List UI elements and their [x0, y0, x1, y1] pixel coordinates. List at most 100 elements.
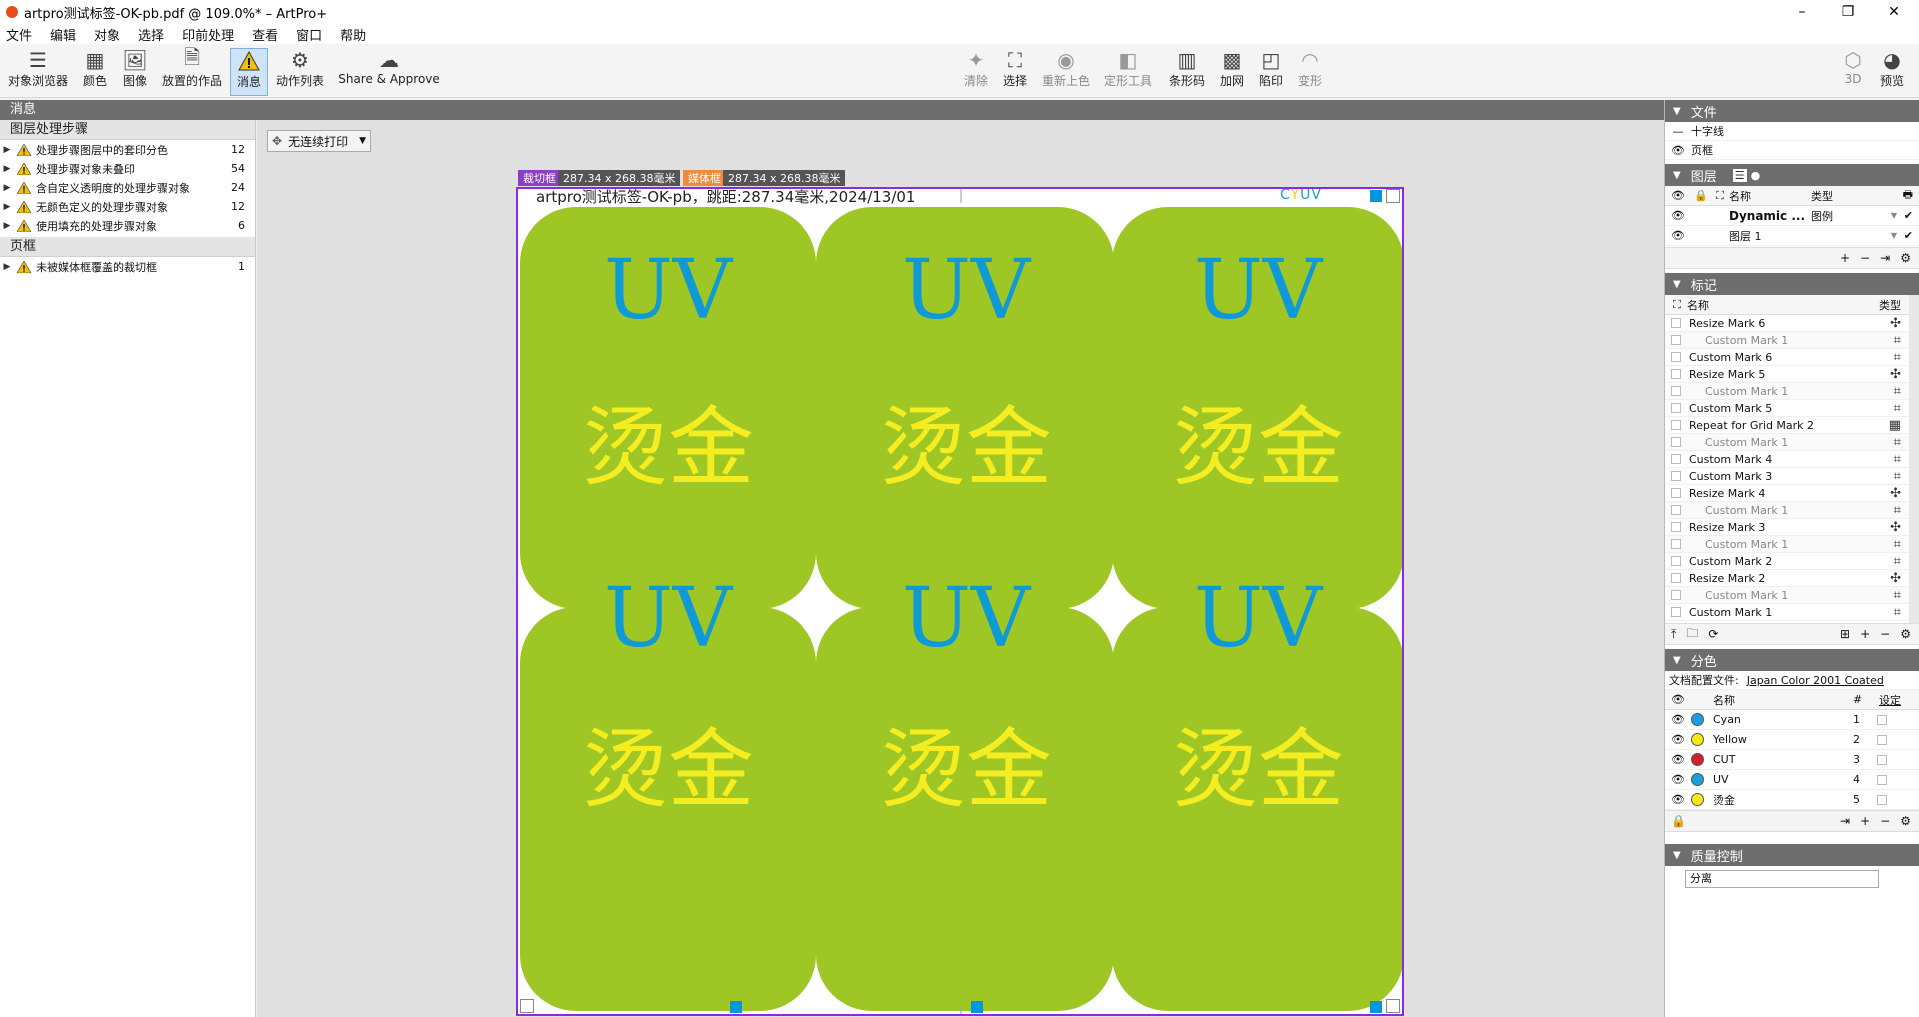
menu-help[interactable]: 帮助 [340, 25, 366, 44]
folder-icon[interactable]: 🗀 [1686, 624, 1698, 645]
quality-select[interactable]: 分离 [1685, 870, 1879, 888]
message-row[interactable]: ▶ 无颜色定义的处理步骤对象 12 [0, 197, 255, 216]
layers-panel-header[interactable]: ▼ 图层 ☰ ● [1665, 164, 1919, 186]
placed-art-button[interactable]: 🗎 放置的作品 [160, 45, 224, 96]
mark-row[interactable]: Custom Mark 1 ⌗ [1665, 502, 1919, 519]
message-row[interactable]: ▶ 未被媒体框覆盖的裁切框 1 [0, 257, 255, 276]
mark-checkbox[interactable] [1671, 420, 1681, 430]
mark-checkbox[interactable] [1671, 318, 1681, 328]
remove-layer-button[interactable]: − [1860, 251, 1870, 265]
shape-tool-button[interactable]: ◧ 定形工具 [1102, 48, 1154, 96]
lock-icon[interactable]: 🔒 [1671, 814, 1686, 828]
chevron-down-icon[interactable]: ▼ [1891, 211, 1897, 220]
mark-checkbox[interactable] [1671, 352, 1681, 362]
separation-setting-checkbox[interactable] [1877, 774, 1887, 785]
object-browser-button[interactable]: ☰ 对象浏览器 [6, 48, 70, 96]
minimize-button[interactable]: – [1779, 0, 1825, 24]
close-button[interactable]: ✕ [1871, 0, 1917, 24]
menu-file[interactable]: 文件 [6, 25, 32, 44]
layer-row[interactable]: 👁 图层 1 ▼ ✔ [1665, 226, 1919, 246]
mark-checkbox[interactable] [1671, 590, 1681, 600]
mark-checkbox[interactable] [1671, 386, 1681, 396]
quality-panel-header[interactable]: ▼ 质量控制 [1665, 844, 1919, 866]
file-item-crosshair[interactable]: — 十字线 [1665, 122, 1919, 141]
mark-checkbox[interactable] [1671, 522, 1681, 532]
files-panel-header[interactable]: ▼ 文件 [1665, 100, 1919, 122]
mark-checkbox[interactable] [1671, 471, 1681, 481]
menu-view[interactable]: 查看 [252, 25, 278, 44]
image-button[interactable]: 🖼 图像 [118, 48, 152, 96]
layer-row[interactable]: 👁 Dynamic ... 图例 ▼ ✔ [1665, 206, 1919, 226]
mark-checkbox[interactable] [1671, 556, 1681, 566]
menu-edit[interactable]: 编辑 [50, 25, 76, 44]
document-canvas[interactable]: ✥ 无连续打印 ▼ 裁切框 287.34 x 268.38毫米 媒体框 287.… [257, 120, 1664, 1017]
check-icon[interactable]: ✔ [1904, 209, 1913, 222]
eye-icon[interactable]: 👁 [1671, 229, 1685, 242]
gear-icon[interactable]: ⚙ [1900, 627, 1911, 641]
mark-row[interactable]: Custom Mark 4 ⌗ [1665, 451, 1919, 468]
mark-checkbox[interactable] [1671, 539, 1681, 549]
mark-row[interactable]: Custom Mark 1 ⌗ [1665, 604, 1919, 621]
insert-mark-button[interactable]: ⊞ [1840, 627, 1850, 641]
mark-checkbox[interactable] [1671, 488, 1681, 498]
trap-button[interactable]: ◰ 陷印 [1255, 48, 1287, 96]
check-icon[interactable]: ✔ [1904, 229, 1913, 242]
mark-checkbox[interactable] [1671, 335, 1681, 345]
separation-row[interactable]: 👁 UV 4 [1665, 770, 1919, 790]
mark-row[interactable]: Custom Mark 1 ⌗ [1665, 536, 1919, 553]
mark-checkbox[interactable] [1671, 607, 1681, 617]
barcode-button[interactable]: ▥ 条形码 [1167, 48, 1207, 96]
maximize-button[interactable]: ❐ [1825, 0, 1871, 24]
separation-setting-checkbox[interactable] [1877, 714, 1887, 725]
expand-icon[interactable]: ▶ [0, 183, 14, 193]
color-button[interactable]: ▦ 颜色 [78, 48, 112, 96]
remove-mark-button[interactable]: − [1880, 627, 1890, 641]
mark-row[interactable]: Custom Mark 2 ⌗ [1665, 553, 1919, 570]
separation-setting-checkbox[interactable] [1877, 794, 1887, 805]
mark-row[interactable]: Resize Mark 3 ✣ [1665, 519, 1919, 536]
merge-layer-button[interactable]: ⇥ [1880, 251, 1890, 265]
add-mark-button[interactable]: + [1860, 627, 1870, 641]
mark-row[interactable]: Custom Mark 6 ⌗ [1665, 349, 1919, 366]
messages-button[interactable]: 消息 [230, 48, 268, 96]
marks-panel-header[interactable]: ▼ 标记 [1665, 273, 1919, 295]
3d-button[interactable]: ⬡ 3D [1838, 48, 1868, 96]
screening-button[interactable]: ▩ 加网 [1216, 48, 1248, 96]
message-row[interactable]: ▶ 处理步骤对象未叠印 54 [0, 159, 255, 178]
eye-icon[interactable]: 👁 [1671, 793, 1685, 806]
document-page[interactable]: artpro测试标签-OK-pb，跳距:287.34毫米,2024/13/01 … [516, 187, 1404, 1016]
mark-checkbox[interactable] [1671, 369, 1681, 379]
mark-row[interactable]: Custom Mark 1 ⌗ [1665, 434, 1919, 451]
gear-icon[interactable]: ⚙ [1900, 814, 1911, 828]
remove-separation-button[interactable]: − [1880, 814, 1890, 828]
mark-row[interactable]: Custom Mark 1 ⌗ [1665, 383, 1919, 400]
mark-row[interactable]: Custom Mark 1 ⌗ [1665, 587, 1919, 604]
separation-row[interactable]: 👁 Cyan 1 [1665, 710, 1919, 730]
mark-checkbox[interactable] [1671, 573, 1681, 583]
mark-row[interactable]: Resize Mark 6 ✣ [1665, 315, 1919, 332]
print-mode-select[interactable]: ✥ 无连续打印 ▼ [267, 130, 371, 152]
separation-setting-checkbox[interactable] [1877, 734, 1887, 745]
recolor-button[interactable]: ◉ 重新上色 [1040, 48, 1092, 96]
marks-scrollbar[interactable] [1909, 295, 1919, 623]
import-mark-button[interactable]: ⤒ [1671, 627, 1676, 642]
separation-row[interactable]: 👁 烫金 5 [1665, 790, 1919, 810]
separation-row[interactable]: 👁 CUT 3 [1665, 750, 1919, 770]
mark-row[interactable]: Custom Mark 3 ⌗ [1665, 468, 1919, 485]
expand-icon[interactable]: ▶ [0, 145, 14, 155]
preview-button[interactable]: ◕ 预览 [1876, 48, 1908, 96]
eye-icon[interactable]: 👁 [1671, 753, 1685, 766]
menu-prepress[interactable]: 印前处理 [182, 25, 234, 44]
share-approve-button[interactable]: ☁ Share & Approve [336, 48, 442, 96]
mark-row[interactable]: Custom Mark 1 ⌗ [1665, 332, 1919, 349]
clear-button[interactable]: ✦ 清除 [961, 48, 991, 96]
add-separation-button[interactable]: + [1860, 814, 1870, 828]
expand-icon[interactable]: ▶ [0, 202, 14, 212]
mark-row[interactable]: Resize Mark 5 ✣ [1665, 366, 1919, 383]
mark-row[interactable]: Resize Mark 2 ✣ [1665, 570, 1919, 587]
eye-icon[interactable]: 👁 [1671, 209, 1685, 222]
mark-row[interactable]: Custom Mark 5 ⌗ [1665, 400, 1919, 417]
mark-checkbox[interactable] [1671, 403, 1681, 413]
separation-row[interactable]: 👁 Yellow 2 [1665, 730, 1919, 750]
menu-select[interactable]: 选择 [138, 25, 164, 44]
